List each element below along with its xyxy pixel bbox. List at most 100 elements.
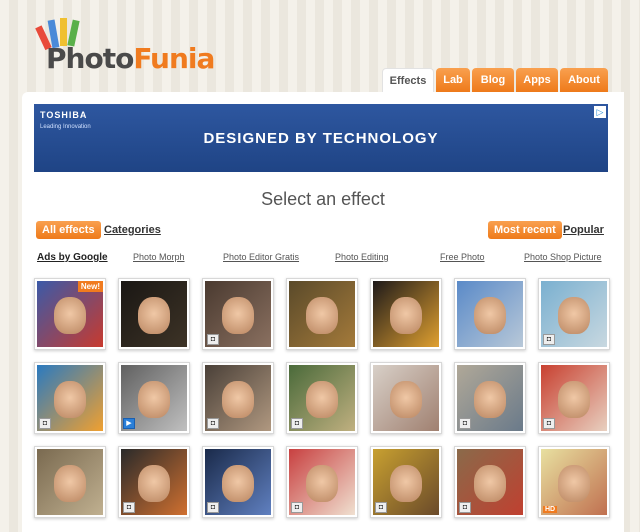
main-nav: Effects Lab Blog Apps About (382, 68, 610, 92)
effect-thumbnail[interactable]: ◘ (286, 446, 358, 518)
portrait-placeholder (54, 380, 86, 418)
tab-effects[interactable]: Effects (382, 68, 434, 92)
portrait-placeholder (390, 464, 422, 502)
effect-thumbnail[interactable]: ◘ (202, 278, 274, 350)
tab-blog[interactable]: Blog (472, 68, 514, 92)
effect-image (373, 281, 439, 347)
portrait-placeholder (474, 380, 506, 418)
portrait-placeholder (138, 380, 170, 418)
photo-icon: ◘ (207, 502, 219, 513)
portrait-placeholder (222, 380, 254, 418)
effect-thumbnail[interactable]: ◘ (202, 446, 274, 518)
effect-image (37, 449, 103, 515)
portrait-placeholder (474, 296, 506, 334)
portrait-placeholder (306, 296, 338, 334)
filter-all-effects[interactable]: All effects (36, 221, 101, 239)
logo-text: PhotoFunia (46, 42, 215, 75)
effect-image: ◘ (457, 449, 523, 515)
ad-link[interactable]: Photo Editor Gratis (223, 252, 299, 262)
portrait-placeholder (306, 380, 338, 418)
ad-brand: TOSHIBA (40, 110, 88, 120)
effect-image: ◘ (205, 449, 271, 515)
effect-image: ◘ (289, 365, 355, 431)
photo-icon: ◘ (375, 502, 387, 513)
effect-thumbnail[interactable] (454, 278, 526, 350)
effect-thumbnail[interactable] (370, 362, 442, 434)
effect-image: ◘ (37, 365, 103, 431)
effect-thumbnail[interactable] (34, 446, 106, 518)
effect-image: ◘ (205, 281, 271, 347)
portrait-placeholder (558, 296, 590, 334)
tab-about[interactable]: About (560, 68, 608, 92)
effect-thumbnail[interactable]: ◘ (202, 362, 274, 434)
effect-thumbnail[interactable]: ◘ (454, 446, 526, 518)
video-icon: ▶ (123, 418, 135, 429)
portrait-placeholder (138, 464, 170, 502)
effect-image (121, 281, 187, 347)
portrait-placeholder (558, 464, 590, 502)
photo-icon: ◘ (39, 418, 51, 429)
portrait-placeholder (222, 464, 254, 502)
effect-image (289, 281, 355, 347)
filter-categories[interactable]: Categories (104, 224, 161, 236)
sort-popular[interactable]: Popular (563, 224, 604, 236)
effect-thumbnail[interactable] (286, 278, 358, 350)
effect-thumbnail[interactable]: ◘ (370, 446, 442, 518)
effect-thumbnail[interactable]: New! (34, 278, 106, 350)
portrait-placeholder (138, 296, 170, 334)
portrait-placeholder (390, 296, 422, 334)
photo-icon: ◘ (291, 418, 303, 429)
effect-image: HD (541, 449, 607, 515)
photofunia-logo[interactable]: PhotoFunia (34, 14, 215, 76)
ads-by-google-label[interactable]: Ads by Google (37, 252, 108, 263)
effect-thumbnail[interactable]: ◘ (34, 362, 106, 434)
tab-lab[interactable]: Lab (436, 68, 470, 92)
effect-thumbnail[interactable]: ◘ (454, 362, 526, 434)
photo-icon: ◘ (459, 502, 471, 513)
effect-thumbnail[interactable]: ▶ (118, 362, 190, 434)
sort-most-recent[interactable]: Most recent (488, 221, 562, 239)
tab-apps[interactable]: Apps (516, 68, 558, 92)
effect-thumbnail[interactable] (370, 278, 442, 350)
photo-icon: ◘ (207, 334, 219, 345)
photo-icon: ◘ (459, 418, 471, 429)
photo-icon: ◘ (207, 418, 219, 429)
effect-image (457, 281, 523, 347)
ad-link[interactable]: Photo Morph (133, 252, 185, 262)
effect-image: New! (37, 281, 103, 347)
portrait-placeholder (222, 296, 254, 334)
photo-icon: ◘ (543, 418, 555, 429)
advertisement-banner[interactable]: TOSHIBA Leading Innovation DESIGNED BY T… (34, 104, 608, 172)
effect-thumbnail[interactable] (118, 278, 190, 350)
new-badge: New! (77, 281, 103, 292)
portrait-placeholder (558, 380, 590, 418)
portrait-placeholder (54, 464, 86, 502)
effect-image: ◘ (121, 449, 187, 515)
effect-thumbnail[interactable]: ◘ (286, 362, 358, 434)
ad-slogan: DESIGNED BY TECHNOLOGY (203, 130, 439, 147)
effect-thumbnail[interactable]: HD (538, 446, 610, 518)
portrait-placeholder (306, 464, 338, 502)
photo-icon: ◘ (291, 502, 303, 513)
photo-icon: ◘ (543, 334, 555, 345)
page-title: Select an effect (261, 189, 385, 209)
ad-link[interactable]: Photo Editing (335, 252, 389, 262)
effect-thumbnail[interactable]: ◘ (538, 278, 610, 350)
effect-image: ◘ (541, 281, 607, 347)
effect-image: ▶ (121, 365, 187, 431)
ad-link[interactable]: Photo Shop Picture (524, 252, 602, 262)
ad-link[interactable]: Free Photo (440, 252, 485, 262)
hd-badge: HD (543, 506, 558, 513)
effects-panel: TOSHIBA Leading Innovation DESIGNED BY T… (22, 92, 624, 532)
portrait-placeholder (54, 296, 86, 334)
effect-image: ◘ (457, 365, 523, 431)
effect-image: ◘ (541, 365, 607, 431)
ads-by-google-row: Ads by Google Photo Morph Photo Editor G… (37, 252, 617, 266)
effect-image (373, 365, 439, 431)
portrait-placeholder (390, 380, 422, 418)
effect-thumbnail[interactable]: ◘ (538, 362, 610, 434)
photo-icon: ◘ (123, 502, 135, 513)
adchoices-icon[interactable]: ▷ (594, 106, 606, 118)
effect-thumbnail[interactable]: ◘ (118, 446, 190, 518)
portrait-placeholder (474, 464, 506, 502)
